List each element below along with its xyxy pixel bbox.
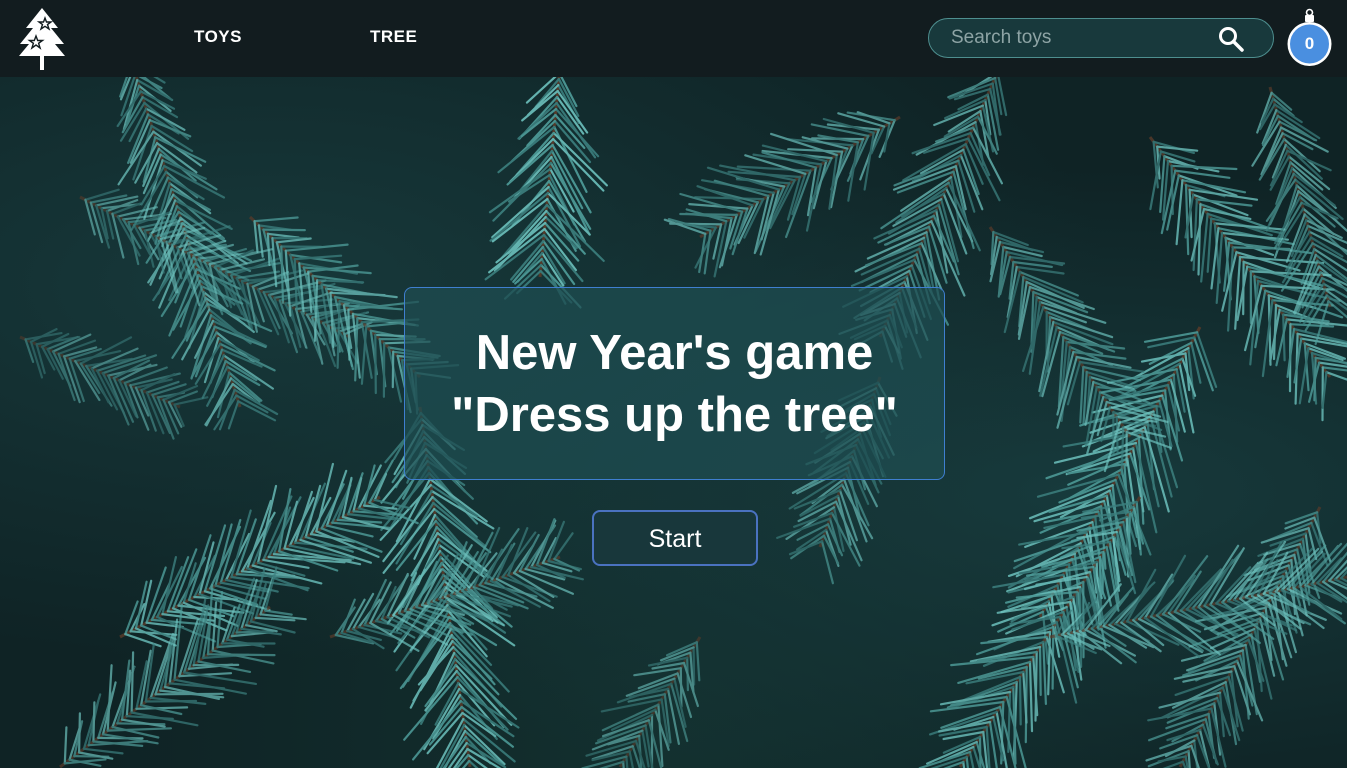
search-box [928, 18, 1274, 58]
nav-link-toys[interactable]: TOYS [194, 27, 242, 47]
search-input[interactable] [951, 19, 1211, 57]
favorites-ornament[interactable]: 0 [1285, 8, 1334, 68]
title-card: New Year's game "Dress up the tree" [404, 287, 945, 480]
christmas-tree-logo-icon[interactable] [17, 6, 67, 72]
favorites-count: 0 [1304, 34, 1315, 53]
game-title: New Year's game "Dress up the tree" [451, 322, 898, 446]
nav-link-tree[interactable]: TREE [370, 27, 417, 47]
header: TOYS TREE 0 [0, 0, 1347, 77]
start-page: TOYS TREE 0 New Year' [0, 0, 1347, 768]
game-title-line1: New Year's game [475, 325, 874, 380]
start-button[interactable]: Start [592, 510, 758, 566]
search-icon[interactable] [1217, 25, 1247, 53]
game-title-line2: "Dress up the tree" [451, 387, 898, 442]
